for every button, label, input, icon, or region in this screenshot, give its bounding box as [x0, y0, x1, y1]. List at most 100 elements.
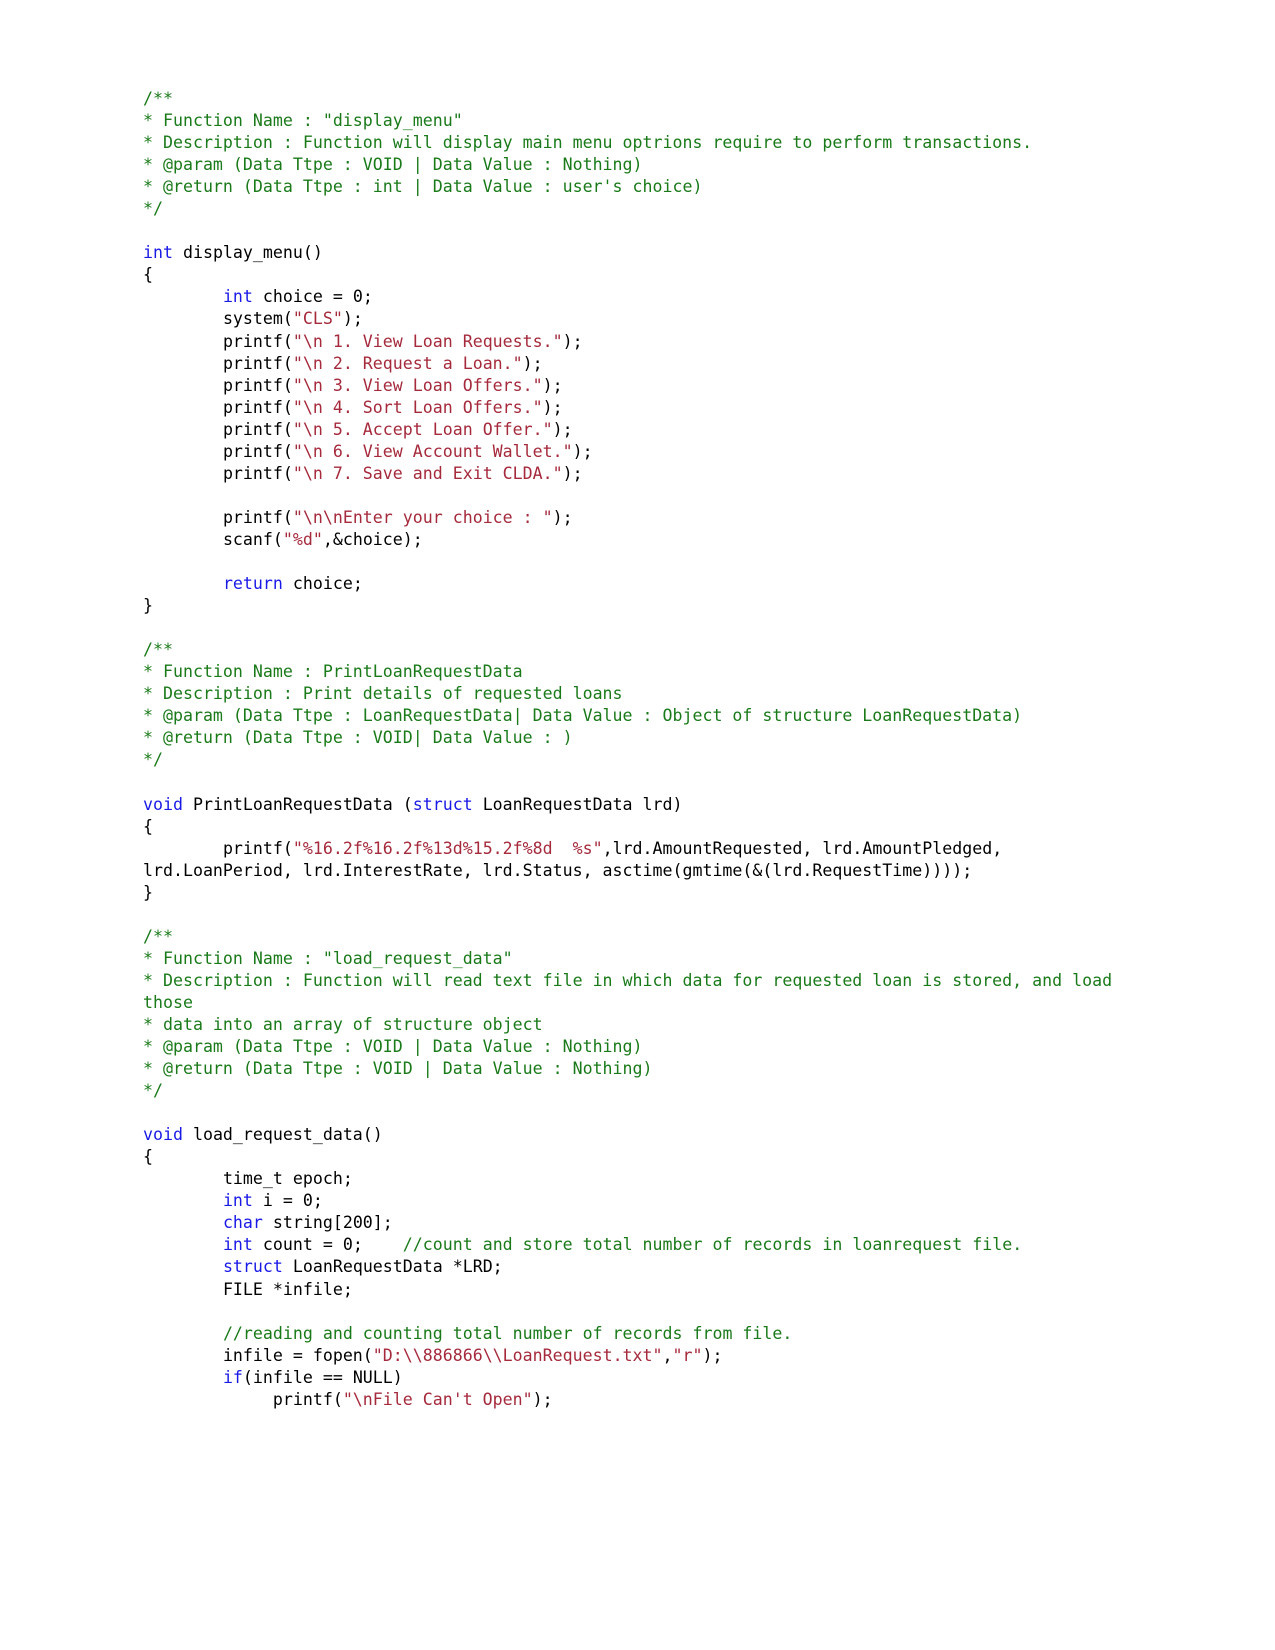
- code-line: * @param (Data Ttpe : VOID | Data Value …: [143, 154, 1135, 176]
- code-line: * @return (Data Ttpe : int | Data Value …: [143, 176, 1135, 198]
- code-line: * data into an array of structure object: [143, 1014, 1135, 1036]
- code-line: * Function Name : "display_menu": [143, 110, 1135, 132]
- code-line: }: [143, 882, 1135, 904]
- code-token-string: "%d": [282, 529, 323, 549]
- code-token-plain: choice = 0;: [252, 287, 373, 307]
- code-token-string: "\n 5. Accept Loan Offer.": [292, 419, 553, 439]
- code-token-comment: /**: [143, 640, 173, 660]
- code-token-string: "\n 1. View Loan Requests.": [292, 331, 563, 351]
- code-line: //reading and counting total number of r…: [143, 1323, 1135, 1345]
- code-line: * Function Name : PrintLoanRequestData: [143, 661, 1135, 683]
- code-line: void load_request_data(): [143, 1124, 1135, 1146]
- document-page: /** * Function Name : "display_menu" * Des…: [0, 0, 1275, 1650]
- code-line: printf("\n 3. View Loan Offers.");: [143, 375, 1135, 397]
- code-token-plain: PrintLoanRequestData (: [182, 794, 413, 814]
- code-token-plain: printf(: [143, 375, 293, 395]
- code-token-keyword: int: [143, 243, 173, 263]
- code-line: * Description : Function will display ma…: [143, 132, 1135, 154]
- code-line: int display_menu(): [143, 242, 1135, 264]
- code-token-plain: printf(: [143, 1389, 343, 1409]
- code-token-plain: count = 0;: [252, 1235, 403, 1255]
- code-line: int count = 0; //count and store total n…: [143, 1234, 1135, 1256]
- code-token-string: "\n 4. Sort Loan Offers.": [292, 397, 543, 417]
- code-listing: /** * Function Name : "display_menu" * Des…: [143, 88, 1135, 1411]
- code-line: system("CLS");: [143, 308, 1135, 330]
- code-token-string: "D:\\886866\\LoanRequest.txt": [372, 1345, 663, 1365]
- code-line: /**: [143, 639, 1135, 661]
- code-token-plain: LoanRequestData *LRD;: [282, 1257, 503, 1277]
- code-token-string: "\n 7. Save and Exit CLDA.": [292, 463, 563, 483]
- code-token-plain: system(: [143, 309, 293, 329]
- code-token-string: "\n\nEnter your choice : ": [292, 507, 553, 527]
- code-token-comment: /**: [143, 926, 173, 946]
- code-token-plain: );: [342, 309, 363, 329]
- code-line: void PrintLoanRequestData (struct LoanRe…: [143, 794, 1135, 816]
- code-token-plain: );: [552, 419, 573, 439]
- code-token-keyword: struct: [412, 794, 473, 814]
- code-token-plain: time_t epoch;: [143, 1169, 353, 1189]
- code-line: printf("\n\nEnter your choice : ");: [143, 507, 1135, 529]
- code-token-comment: * Function Name : "display_menu": [143, 111, 463, 131]
- code-token-string: "r": [672, 1345, 703, 1365]
- code-line: if(infile == NULL): [143, 1367, 1135, 1389]
- code-line: }: [143, 595, 1135, 617]
- code-line: {: [143, 816, 1135, 838]
- code-line: printf("\n 2. Request a Loan.");: [143, 353, 1135, 375]
- code-line: FILE *infile;: [143, 1279, 1135, 1301]
- code-line: /**: [143, 88, 1135, 110]
- code-token-plain: printf(: [143, 441, 293, 461]
- code-token-plain: printf(: [143, 419, 293, 439]
- code-token-comment: /**: [143, 89, 173, 108]
- code-token-plain: infile = fopen(: [143, 1345, 373, 1365]
- code-token-plain: display_menu(): [172, 243, 323, 263]
- code-token-plain: printf(: [143, 838, 293, 858]
- code-line: {: [143, 1146, 1135, 1168]
- code-token-comment: * @return (Data Ttpe : VOID | Data Value…: [143, 1059, 653, 1079]
- code-token-plain: );: [572, 441, 593, 461]
- code-line: printf("\n 1. View Loan Requests.");: [143, 331, 1135, 353]
- code-token-plain: {: [143, 1147, 153, 1167]
- code-token-plain: scanf(: [143, 529, 283, 549]
- code-token-string: "\n 6. View Account Wallet.": [292, 441, 573, 461]
- code-line: /**: [143, 926, 1135, 948]
- code-line: * @return (Data Ttpe : VOID| Data Value …: [143, 727, 1135, 749]
- code-token-plain: );: [522, 353, 543, 373]
- code-line: * @param (Data Ttpe : VOID | Data Value …: [143, 1036, 1135, 1058]
- code-token-plain: );: [542, 397, 563, 417]
- code-token-comment: * @return (Data Ttpe : int | Data Value …: [143, 177, 703, 197]
- code-token-keyword: int: [222, 1235, 253, 1255]
- code-token-plain: );: [542, 375, 563, 395]
- code-token-comment: * @return (Data Ttpe : VOID| Data Value …: [143, 728, 573, 748]
- code-token-plain: printf(: [143, 463, 293, 483]
- code-token-plain: );: [702, 1345, 723, 1365]
- code-line: printf("\n 5. Accept Loan Offer.");: [143, 419, 1135, 441]
- code-token-plain: );: [552, 507, 573, 527]
- code-line: */: [143, 1080, 1135, 1102]
- code-token-string: "\n 3. View Loan Offers.": [292, 375, 543, 395]
- code-line: printf("\nFile Can't Open");: [143, 1389, 1135, 1411]
- code-token-string: "\n 2. Request a Loan.": [292, 353, 523, 373]
- code-token-plain: ,: [662, 1345, 673, 1365]
- code-line: printf("\n 4. Sort Loan Offers.");: [143, 397, 1135, 419]
- code-token-comment: * Function Name : "load_request_data": [143, 948, 513, 968]
- code-token-comment: * Description : Print details of request…: [143, 684, 623, 704]
- code-line: */: [143, 749, 1135, 771]
- code-line: * Description : Function will read text …: [143, 970, 1135, 1014]
- code-token-plain: load_request_data(): [182, 1125, 383, 1145]
- code-token-keyword: return: [222, 574, 283, 594]
- code-line: scanf("%d",&choice);: [143, 529, 1135, 551]
- code-token-keyword: char: [222, 1213, 263, 1233]
